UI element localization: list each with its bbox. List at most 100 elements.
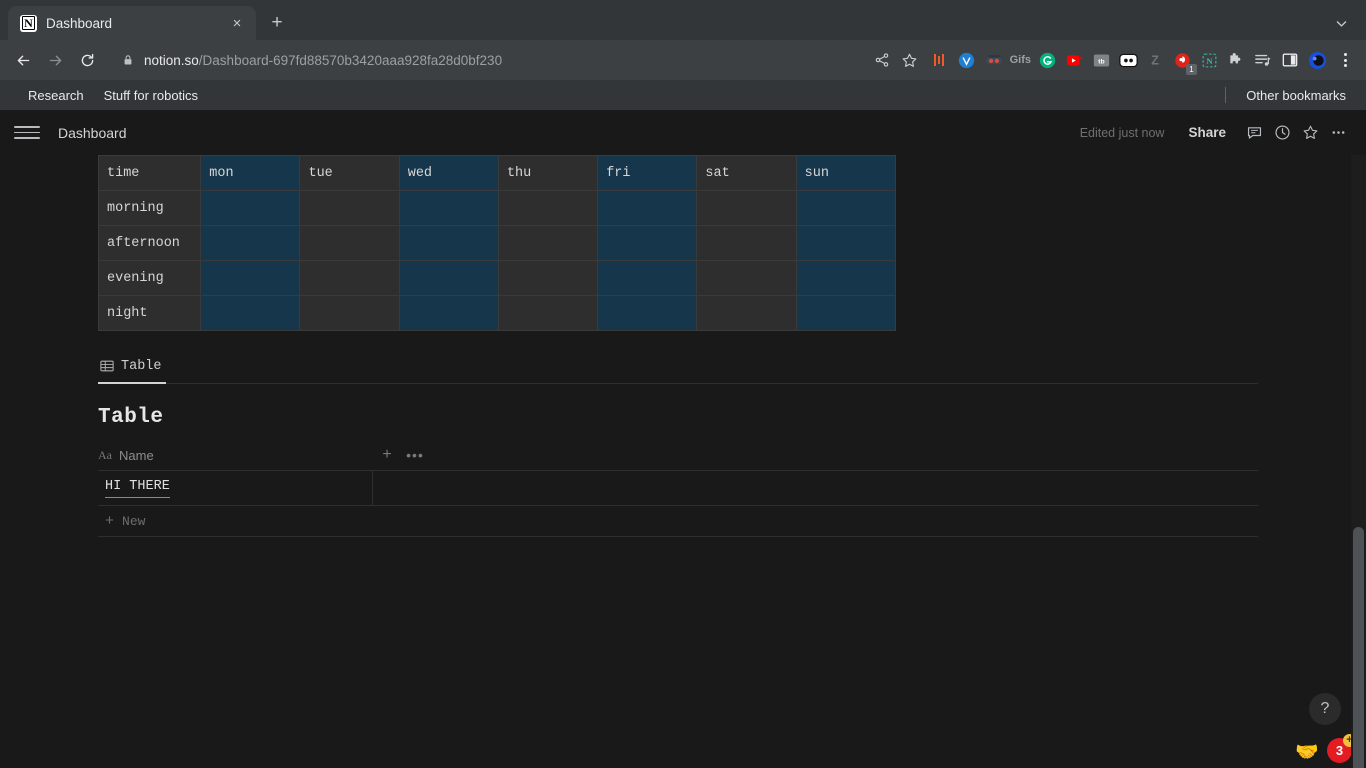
timetable-cell[interactable] bbox=[200, 190, 301, 226]
timetable-row-label[interactable]: evening bbox=[97, 260, 202, 296]
column-header-label: Name bbox=[119, 447, 154, 463]
table-row[interactable]: evening bbox=[97, 260, 897, 296]
back-arrow-icon[interactable] bbox=[8, 45, 38, 75]
timetable-cell[interactable] bbox=[299, 225, 400, 261]
history-clock-icon[interactable] bbox=[1268, 119, 1296, 147]
timetable-cell[interactable] bbox=[597, 190, 698, 226]
puzzle-extensions-icon[interactable] bbox=[1225, 49, 1247, 71]
share-icon[interactable] bbox=[869, 47, 895, 73]
chevron-down-icon[interactable] bbox=[1322, 6, 1360, 40]
playlist-icon[interactable] bbox=[1252, 49, 1274, 71]
timetable-cell[interactable] bbox=[497, 190, 599, 226]
breadcrumb[interactable]: Dashboard bbox=[52, 122, 133, 144]
table-row[interactable]: afternoon bbox=[97, 225, 897, 261]
timetable-row-label[interactable]: morning bbox=[97, 190, 202, 226]
favorite-star-icon[interactable] bbox=[1296, 119, 1324, 147]
hamburger-icon[interactable] bbox=[14, 120, 40, 146]
timetable-cell[interactable] bbox=[497, 295, 599, 331]
timetable-cell[interactable] bbox=[200, 225, 301, 261]
comment-icon[interactable] bbox=[1240, 119, 1268, 147]
timetable-header-cell[interactable]: wed bbox=[398, 155, 499, 191]
help-button[interactable]: ? bbox=[1309, 693, 1341, 725]
timetable-header-cell[interactable]: fri bbox=[597, 155, 698, 191]
other-bookmarks-button[interactable]: Other bookmarks bbox=[1236, 84, 1356, 107]
timetable-cell[interactable] bbox=[398, 295, 499, 331]
tab-table[interactable]: Table bbox=[98, 350, 166, 384]
bookmark-star-icon[interactable] bbox=[897, 47, 923, 73]
timetable-row-label[interactable]: afternoon bbox=[97, 225, 202, 261]
chrome-menu-icon[interactable] bbox=[1332, 45, 1358, 75]
z-icon[interactable]: Z bbox=[1144, 49, 1166, 71]
timetable-cell[interactable] bbox=[795, 190, 897, 226]
timetable-cell[interactable] bbox=[200, 260, 301, 296]
column-header-name[interactable]: Aa Name bbox=[98, 440, 373, 471]
browser-tab[interactable]: N Dashboard × bbox=[8, 6, 256, 40]
youtube-icon[interactable] bbox=[1063, 49, 1085, 71]
timetable-cell[interactable] bbox=[497, 260, 599, 296]
timetable-cell[interactable] bbox=[795, 260, 897, 296]
timetable-cell[interactable] bbox=[795, 225, 897, 261]
timetable-header-cell[interactable]: sat bbox=[696, 155, 797, 191]
notion-clipper-icon[interactable]: N bbox=[1198, 49, 1220, 71]
oo-icon[interactable] bbox=[1117, 49, 1139, 71]
timetable-cell[interactable] bbox=[299, 190, 400, 226]
goggles-bot-icon[interactable] bbox=[983, 49, 1005, 71]
timetable-header-cell[interactable]: sun bbox=[795, 155, 897, 191]
timetable-cell[interactable] bbox=[497, 225, 599, 261]
timetable-cell[interactable] bbox=[299, 260, 400, 296]
notion-topbar: Dashboard Edited just now Share bbox=[0, 110, 1366, 155]
row-empty-cell[interactable] bbox=[373, 471, 1258, 505]
timetable-cell[interactable] bbox=[795, 295, 897, 331]
timetable-cell[interactable] bbox=[696, 295, 797, 331]
side-panel-icon[interactable] bbox=[1279, 49, 1301, 71]
database-title[interactable]: Table bbox=[98, 406, 1258, 429]
bookmark-stuff-for-robotics[interactable]: Stuff for robotics bbox=[94, 84, 208, 107]
table-row[interactable]: HI THERE bbox=[98, 471, 1258, 506]
timetable-header-cell[interactable]: thu bbox=[497, 155, 599, 191]
timetable-cell[interactable] bbox=[696, 225, 797, 261]
share-button[interactable]: Share bbox=[1180, 121, 1234, 144]
notion-page: Dashboard Edited just now Share time mon… bbox=[0, 110, 1366, 768]
handshake-icon[interactable]: 🤝 bbox=[1295, 743, 1319, 762]
v-circle-icon[interactable] bbox=[956, 49, 978, 71]
tb-icon[interactable]: tb bbox=[1090, 49, 1112, 71]
stripes-icon[interactable] bbox=[929, 49, 951, 71]
red-dot-icon[interactable]: 1 bbox=[1171, 49, 1197, 75]
timetable-cell[interactable] bbox=[398, 260, 499, 296]
address-bar[interactable]: notion.so/Dashboard-697fd88570b3420aaa92… bbox=[112, 46, 867, 74]
table-row[interactable]: time mon tue wed thu fri sat sun bbox=[97, 155, 897, 191]
timetable-cell[interactable] bbox=[597, 295, 698, 331]
profile-avatar[interactable] bbox=[1306, 49, 1328, 71]
table-row[interactable]: morning bbox=[97, 190, 897, 226]
timetable-cell[interactable] bbox=[398, 225, 499, 261]
page-scrollbar-track[interactable] bbox=[1351, 155, 1366, 768]
timetable-header-cell[interactable]: mon bbox=[200, 155, 301, 191]
timetable-header-cell[interactable]: tue bbox=[299, 155, 400, 191]
bookmarks-bar: Research Stuff for robotics Other bookma… bbox=[0, 80, 1366, 110]
page-scrollbar-thumb[interactable] bbox=[1353, 527, 1364, 768]
close-icon[interactable]: × bbox=[226, 12, 248, 34]
new-row-button[interactable]: + New bbox=[98, 506, 1258, 537]
browser-toolbar: notion.so/Dashboard-697fd88570b3420aaa92… bbox=[0, 40, 1366, 80]
add-column-button[interactable]: + bbox=[373, 441, 401, 469]
timetable-cell[interactable] bbox=[200, 295, 301, 331]
bookmark-research[interactable]: Research bbox=[18, 84, 94, 107]
timetable-cell[interactable] bbox=[696, 260, 797, 296]
column-menu-button[interactable]: ••• bbox=[401, 441, 429, 469]
g-circle-icon[interactable] bbox=[1036, 49, 1058, 71]
timetable-cell[interactable] bbox=[398, 190, 499, 226]
forward-arrow-icon[interactable] bbox=[40, 45, 70, 75]
row-name-cell[interactable]: HI THERE bbox=[98, 471, 373, 505]
gifs-icon[interactable]: Gifs bbox=[1010, 49, 1031, 71]
reload-icon[interactable] bbox=[72, 45, 102, 75]
new-tab-button[interactable]: + bbox=[260, 6, 294, 40]
table-row[interactable]: night bbox=[97, 295, 897, 331]
row-name-text: HI THERE bbox=[105, 478, 170, 498]
timetable-cell[interactable] bbox=[696, 190, 797, 226]
timetable-row-label[interactable]: night bbox=[97, 295, 202, 331]
timetable-cell[interactable] bbox=[597, 260, 698, 296]
timetable-header-cell[interactable]: time bbox=[97, 155, 202, 191]
more-options-icon[interactable] bbox=[1324, 119, 1352, 147]
timetable-cell[interactable] bbox=[597, 225, 698, 261]
timetable-cell[interactable] bbox=[299, 295, 400, 331]
